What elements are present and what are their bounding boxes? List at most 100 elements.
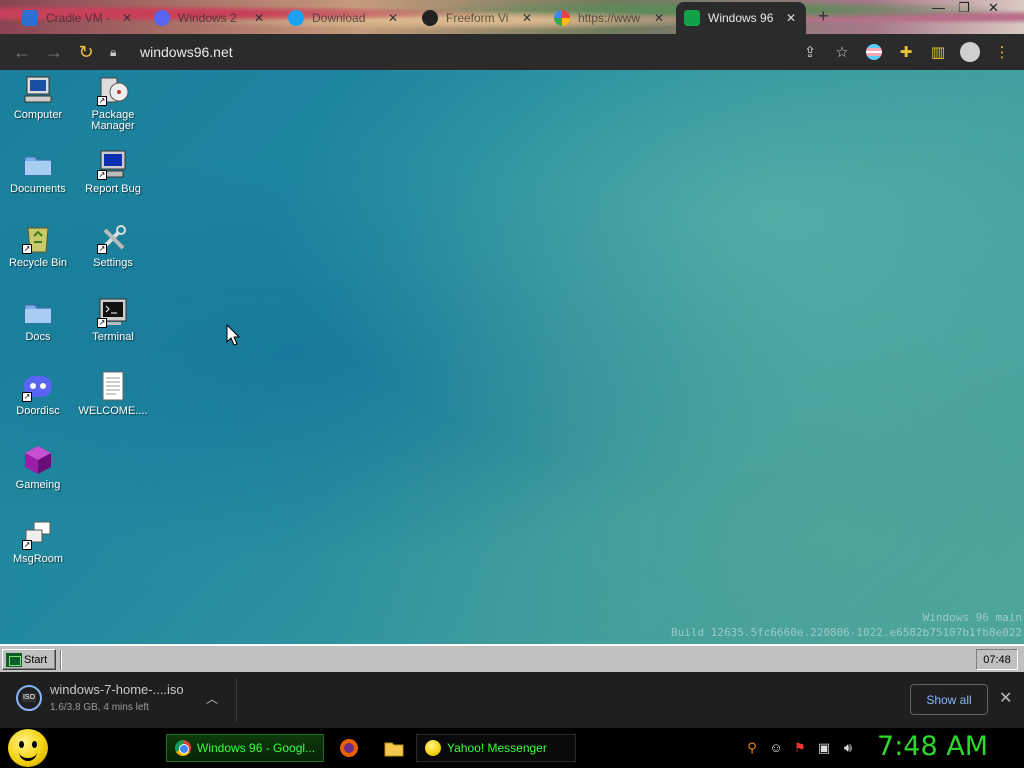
doordisc-icon: ↗ xyxy=(22,370,54,402)
shortcut-arrow-icon: ↗ xyxy=(22,244,32,254)
window-close-icon[interactable]: ✕ xyxy=(988,0,999,16)
task-chrome[interactable]: Windows 96 - Googl... xyxy=(166,734,324,762)
desktop-icon-terminal[interactable]: ↗ Terminal xyxy=(75,296,151,343)
download-item[interactable]: ISO windows-7-home-....iso 1.6/3.8 GB, 4… xyxy=(16,682,184,713)
minimize-icon[interactable]: — xyxy=(932,0,945,15)
forward-arrow-icon[interactable]: → xyxy=(38,36,70,68)
tab-title: https://www xyxy=(578,11,641,25)
bookmark-star-icon[interactable]: ☆ xyxy=(826,36,858,68)
icon-label: Documents xyxy=(10,183,66,195)
win96-desktop[interactable]: Computer Documents ↗ Recycle Bin Docs ↗ … xyxy=(0,70,1024,644)
icon-label: Package Manager xyxy=(91,109,135,132)
download-shelf: ISO windows-7-home-....iso 1.6/3.8 GB, 4… xyxy=(0,672,1024,728)
desktop-icon-msgroom[interactable]: ↗ MsgRoom xyxy=(0,518,76,565)
search-icon[interactable]: ⚲ xyxy=(744,740,760,756)
show-all-button[interactable]: Show all xyxy=(910,684,988,715)
icon-label: Gameing xyxy=(15,479,61,491)
host-clock: 7:48 AM xyxy=(877,731,988,762)
profile-flag-icon[interactable] xyxy=(858,36,890,68)
shortcut-arrow-icon: ↗ xyxy=(97,170,107,180)
reload-icon[interactable]: ↻ xyxy=(70,36,102,68)
tab-title: Windows 96 xyxy=(708,11,774,25)
new-tab-button[interactable]: + xyxy=(818,6,829,27)
text-file-icon xyxy=(97,370,129,402)
desktop-icon-package-manager[interactable]: ↗ Package Manager xyxy=(75,74,151,132)
start-label: Start xyxy=(24,653,48,666)
shortcut-arrow-icon: ↗ xyxy=(97,244,107,254)
tab-google[interactable]: https://www ✕ xyxy=(546,4,672,32)
close-shelf-icon[interactable]: ✕ xyxy=(999,688,1012,708)
tab-windows-96[interactable]: Windows 96 ✕ xyxy=(676,2,806,34)
win96-logo-icon xyxy=(6,652,22,667)
browser-tab-strip: Cradle VM - ✕ Windows 2 ✕ Download ✕ Fre… xyxy=(0,0,1024,34)
icon-label: WELCOME.... xyxy=(78,405,148,417)
google-icon xyxy=(554,10,570,26)
extensions-puzzle-icon[interactable]: ✚ xyxy=(890,36,922,68)
side-panel-icon[interactable]: ▥ xyxy=(922,36,954,68)
desktop-icon-doordisc[interactable]: ↗ Doordisc xyxy=(0,370,76,417)
chrome-icon xyxy=(175,740,191,756)
network-icon[interactable]: ▣ xyxy=(816,740,832,756)
discord-icon xyxy=(154,10,170,26)
tab-cradle-vm[interactable]: Cradle VM - ✕ xyxy=(14,4,140,32)
chart-icon xyxy=(22,10,38,26)
package-manager-icon: ↗ xyxy=(97,74,129,106)
moth-icon xyxy=(422,10,438,26)
bird-icon xyxy=(288,10,304,26)
shortcut-arrow-icon: ↗ xyxy=(97,96,107,106)
desktop-icon-gameing[interactable]: Gameing xyxy=(0,444,76,491)
download-filename: windows-7-home-....iso xyxy=(50,682,184,697)
tab-freeform[interactable]: Freeform Vi ✕ xyxy=(414,4,540,32)
settings-icon: ↗ xyxy=(97,222,129,254)
maximize-icon[interactable]: ❐ xyxy=(958,0,970,16)
action-center-flag-icon[interactable]: ⚑ xyxy=(792,740,808,756)
tab-close-icon[interactable]: ✕ xyxy=(786,11,796,25)
task-yahoo-messenger[interactable]: Yahoo! Messenger xyxy=(416,734,576,762)
icon-label: Recycle Bin xyxy=(8,257,68,269)
task-label: Windows 96 - Googl... xyxy=(197,741,315,755)
tab-close-icon[interactable]: ✕ xyxy=(122,11,132,25)
start-smiley-icon[interactable] xyxy=(8,729,48,767)
volume-icon[interactable]: 🔊︎ xyxy=(840,740,856,756)
shortcut-arrow-icon: ↗ xyxy=(22,392,32,402)
icon-label: Terminal xyxy=(92,331,134,343)
profile-avatar-icon[interactable] xyxy=(954,36,986,68)
desktop-icon-recycle-bin[interactable]: ↗ Recycle Bin xyxy=(0,222,76,269)
firefox-icon[interactable] xyxy=(339,738,359,758)
tab-title: Freeform Vi xyxy=(446,11,509,25)
file-explorer-icon[interactable] xyxy=(384,738,404,758)
icon-label: Settings xyxy=(93,257,133,269)
menu-kebab-icon[interactable]: ⋮ xyxy=(986,36,1018,68)
messenger-tray-icon[interactable]: ☺ xyxy=(768,740,784,756)
desktop-icon-settings[interactable]: ↗ Settings xyxy=(75,222,151,269)
address-bar[interactable]: 🔒︎ windows96.net xyxy=(110,38,850,66)
desktop-icon-report-bug[interactable]: ↗ Report Bug xyxy=(75,148,151,195)
share-icon[interactable]: ⇪ xyxy=(794,36,826,68)
tab-windows-2[interactable]: Windows 2 ✕ xyxy=(146,4,272,32)
tab-close-icon[interactable]: ✕ xyxy=(522,11,532,25)
tab-download[interactable]: Download ✕ xyxy=(280,4,406,32)
desktop-icon-docs[interactable]: Docs xyxy=(0,296,76,343)
build-line-2: Build 12635.5fc6660e.220806-1022.e6582b7… xyxy=(671,626,1022,639)
desktop-icon-documents[interactable]: Documents xyxy=(0,148,76,195)
desktop-icon-computer[interactable]: Computer xyxy=(0,74,76,121)
tab-close-icon[interactable]: ✕ xyxy=(654,11,664,25)
build-line-1: Windows 96 main xyxy=(922,611,1022,624)
recycle-bin-icon: ↗ xyxy=(22,222,54,254)
report-bug-icon: ↗ xyxy=(97,148,129,180)
chevron-up-icon[interactable]: ︿ xyxy=(206,690,218,707)
back-arrow-icon[interactable]: ← xyxy=(6,36,38,68)
icon-label: Computer xyxy=(13,109,63,121)
mouse-cursor-icon xyxy=(226,324,240,346)
build-watermark: Windows 96 main Build 12635.5fc6660e.220… xyxy=(671,610,1022,640)
tab-close-icon[interactable]: ✕ xyxy=(388,11,398,25)
shelf-divider xyxy=(236,678,237,722)
tab-close-icon[interactable]: ✕ xyxy=(254,11,264,25)
yahoo-messenger-icon xyxy=(425,740,441,756)
win96-start-button[interactable]: Start xyxy=(2,649,56,670)
desktop-icon-welcome[interactable]: WELCOME.... xyxy=(75,370,151,417)
win96-icon xyxy=(684,10,700,26)
tab-title: Download xyxy=(312,11,366,25)
download-status: 1.6/3.8 GB, 4 mins left xyxy=(50,702,149,713)
icon-label: Doordisc xyxy=(16,405,60,417)
